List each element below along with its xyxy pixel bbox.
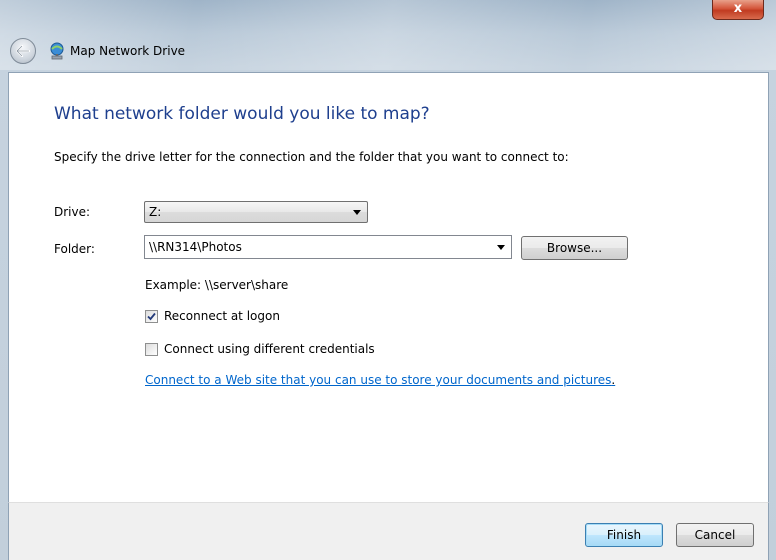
credentials-checkbox[interactable] bbox=[145, 342, 158, 356]
reconnect-checkbox[interactable] bbox=[145, 309, 158, 323]
checkmark-icon bbox=[147, 312, 156, 320]
cancel-button[interactable]: Cancel bbox=[676, 523, 754, 547]
reconnect-label: Reconnect at logon bbox=[164, 309, 280, 323]
chevron-down-icon bbox=[353, 210, 361, 215]
close-button[interactable]: x bbox=[712, 0, 764, 20]
wizard-content bbox=[8, 72, 769, 502]
window-title: Map Network Drive bbox=[70, 44, 186, 58]
web-storage-link-text[interactable]: Connect to a Web site that you can use t… bbox=[145, 373, 611, 387]
page-title: What network folder would you like to ma… bbox=[54, 104, 430, 124]
example-text: Example: \\server\share bbox=[145, 278, 289, 292]
chevron-down-icon bbox=[497, 245, 505, 250]
drive-label: Drive: bbox=[54, 205, 91, 219]
back-button[interactable] bbox=[10, 38, 36, 64]
folder-input: \\RN314\Photos bbox=[149, 240, 242, 254]
web-storage-link[interactable]: Connect to a Web site that you can use t… bbox=[145, 373, 615, 387]
link-trailing-period: . bbox=[611, 373, 616, 387]
credentials-option[interactable]: Connect using different credentials bbox=[145, 342, 375, 356]
folder-label: Folder: bbox=[54, 242, 95, 256]
close-icon: x bbox=[733, 1, 743, 16]
instructions-text: Specify the drive letter for the connect… bbox=[54, 150, 569, 164]
finish-button[interactable]: Finish bbox=[585, 523, 663, 547]
folder-combo[interactable]: \\RN314\Photos bbox=[144, 235, 512, 259]
network-drive-icon bbox=[50, 42, 64, 60]
drive-select-value: Z: bbox=[149, 205, 162, 219]
back-arrow-icon bbox=[16, 45, 30, 57]
reconnect-option[interactable]: Reconnect at logon bbox=[145, 309, 280, 323]
drive-select[interactable]: Z: bbox=[144, 201, 368, 223]
credentials-label: Connect using different credentials bbox=[164, 342, 375, 356]
browse-button[interactable]: Browse... bbox=[521, 236, 628, 260]
